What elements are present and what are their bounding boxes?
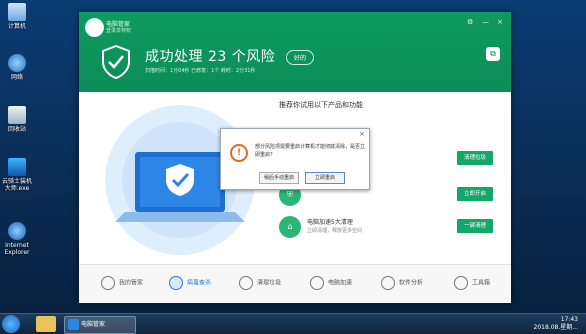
desktop-icon-label: 云骑士装机大师.exe <box>2 178 33 192</box>
login-link[interactable]: 登录享特权 <box>106 27 131 34</box>
virus-scan-icon <box>169 276 183 290</box>
list-item: ⌂ 电脑加速5大清理 立即清理，释放更多空间 一键清理 <box>279 214 499 244</box>
pc-manager-icon <box>68 319 79 330</box>
restart-now-button[interactable]: 立即重启 <box>305 172 345 184</box>
taskbar-clock[interactable]: 17:43 2018.08.星期... <box>534 316 578 332</box>
toolbox-icon <box>454 276 468 290</box>
scan-summary: 扫描时间：1分04秒 已修复：1个 耗时：2分31秒 <box>145 68 256 74</box>
start-button[interactable] <box>2 315 20 333</box>
warning-icon: ! <box>230 144 248 162</box>
expand-icon[interactable]: ⧉ <box>486 47 500 61</box>
software-icon <box>381 276 395 290</box>
computer-icon <box>8 3 26 21</box>
dialog-message: 部分风险项需要重启计算机才能彻底清除，是否立即重启？ <box>255 144 366 158</box>
tab-my-manager[interactable]: 我的管家 <box>101 276 143 290</box>
taskbar: 电脑管家 17:43 2018.08.星期... <box>0 313 586 334</box>
internet-explorer-icon <box>8 222 26 240</box>
result-headline: 成功处理 23 个风险 <box>145 49 276 65</box>
close-button[interactable]: × <box>497 18 503 26</box>
desktop-icon-installer[interactable]: 云骑士装机大师.exe <box>2 158 32 192</box>
network-icon <box>8 54 26 72</box>
desktop-icon-computer[interactable]: 计算机 <box>2 3 32 30</box>
tab-software[interactable]: 软件分析 <box>381 276 423 290</box>
tab-speedup[interactable]: 电脑加速 <box>310 276 352 290</box>
broom-icon <box>239 276 253 290</box>
shield-check-icon <box>102 45 130 79</box>
close-icon[interactable]: × <box>359 130 365 138</box>
desktop-icon-recycle-bin[interactable]: 回收站 <box>2 106 32 133</box>
speedup-icon: ⌂ <box>279 216 301 238</box>
one-click-clean-button[interactable]: 一键清理 <box>457 219 493 233</box>
desktop-icon-ie[interactable]: Internet Explorer <box>2 222 32 256</box>
ok-button[interactable]: 好的 <box>286 50 315 65</box>
installer-icon <box>8 158 26 176</box>
home-icon <box>101 276 115 290</box>
tab-toolbox[interactable]: 工具箱 <box>454 276 490 290</box>
taskbar-app-label: 电脑管家 <box>81 321 106 328</box>
desktop-icon-label: 计算机 <box>7 23 26 30</box>
row-title: 电脑加速5大清理 <box>307 219 353 226</box>
minimize-button[interactable]: — <box>482 18 489 26</box>
avatar[interactable] <box>85 18 104 37</box>
recycle-bin-icon <box>8 106 26 124</box>
restart-later-button[interactable]: 稍后手动重启 <box>259 172 299 184</box>
row-desc: 立即清理，释放更多空间 <box>307 228 363 234</box>
clean-junk-button[interactable]: 清理垃圾 <box>457 151 493 165</box>
bottom-nav: 我的管家 病毒查杀 清理垃圾 电脑加速 软件分析 工具箱 <box>79 264 511 303</box>
desktop-icon-label: 网络 <box>10 74 23 81</box>
tab-clean-junk[interactable]: 清理垃圾 <box>239 276 281 290</box>
restart-dialog: × ! 部分风险项需要重启计算机才能彻底清除，是否立即重启？ 稍后手动重启 立即… <box>220 128 370 190</box>
enable-now-button[interactable]: 立即开启 <box>457 187 493 201</box>
folder-icon[interactable] <box>36 316 56 332</box>
window-header: 电脑管家 登录享特权 ⚙ — × 成功处理 23 个风险 好的 扫描时间：1分0… <box>79 12 511 92</box>
desktop-icon-network[interactable]: 网络 <box>2 54 32 81</box>
recommend-title: 推荐你试用以下产品和功能 <box>279 101 363 109</box>
tab-virus-scan[interactable]: 病毒查杀 <box>169 276 211 290</box>
desktop-icon-label: 回收站 <box>7 126 26 133</box>
rocket-icon <box>310 276 324 290</box>
desktop-icon-label: Internet Explorer <box>4 242 30 256</box>
settings-icon[interactable]: ⚙ <box>467 18 473 26</box>
